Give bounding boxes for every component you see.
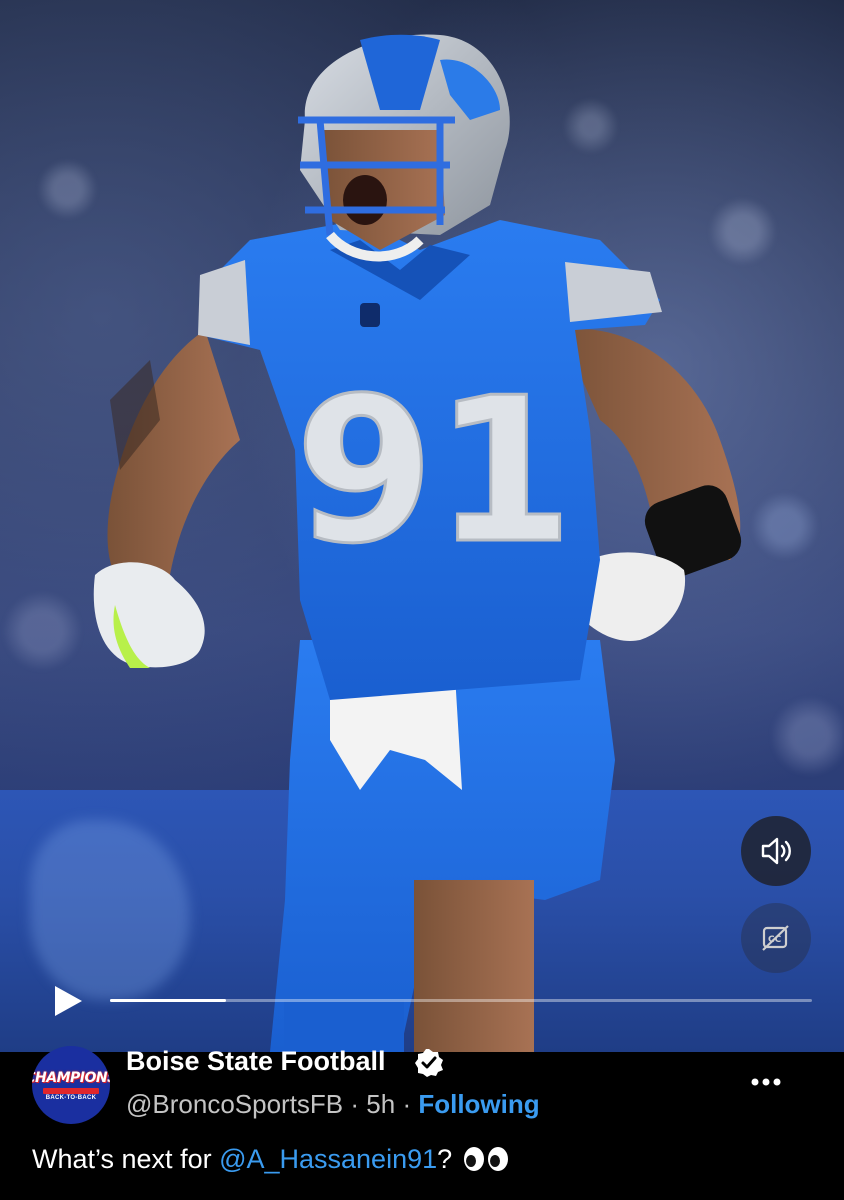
author-name[interactable]: Boise State Football: [126, 1046, 386, 1077]
post-text: What’s next for @A_Hassanein91?: [32, 1144, 512, 1175]
closed-captions-off-icon: CC: [762, 925, 789, 951]
post-time[interactable]: 5h: [366, 1089, 395, 1119]
video-player[interactable]: 91 CC: [0, 0, 844, 1052]
eyes-emoji: [463, 1147, 508, 1171]
sound-button[interactable]: [741, 816, 811, 886]
verified-badge-icon: [415, 1049, 443, 1077]
avatar[interactable]: CHAMPIONS BACK-TO-BACK: [32, 1046, 110, 1124]
mention-link[interactable]: @A_Hassanein91: [219, 1144, 437, 1174]
play-icon[interactable]: [50, 983, 86, 1019]
meta-separator-2: ·: [402, 1089, 412, 1119]
post-text-suffix: ?: [437, 1144, 460, 1174]
captions-button[interactable]: CC: [741, 903, 811, 973]
jersey-number: 91: [295, 355, 573, 588]
following-button[interactable]: Following: [418, 1089, 539, 1119]
author-handle[interactable]: @BroncoSportsFB: [126, 1089, 343, 1119]
avatar-text: CHAMPIONS: [32, 1069, 110, 1086]
video-progress-fill: [110, 999, 226, 1002]
meta-separator: ·: [350, 1089, 360, 1119]
avatar-subtext: BACK-TO-BACK: [45, 1094, 97, 1101]
video-progress-bar[interactable]: [110, 999, 812, 1002]
more-options-icon[interactable]: [748, 1070, 784, 1094]
post-meta: @BroncoSportsFB · 5h · Following: [126, 1089, 540, 1120]
football-player-image: 91: [93, 34, 742, 1052]
speaker-icon: [761, 837, 791, 865]
post-text-prefix: What’s next for: [32, 1144, 220, 1174]
avatar-ribbon: [43, 1087, 99, 1094]
